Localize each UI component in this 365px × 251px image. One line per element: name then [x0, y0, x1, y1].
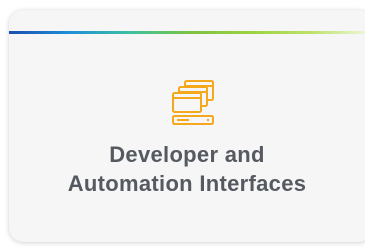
- card-developer-automation-interfaces[interactable]: Developer and Automation Interfaces: [9, 10, 365, 242]
- stacked-windows-server-icon: [167, 76, 219, 128]
- card-title: Developer and Automation Interfaces: [9, 140, 365, 198]
- card-title-line-1: Developer and: [109, 142, 265, 167]
- card-title-line-2: Automation Interfaces: [67, 171, 307, 196]
- card-accent-bar: [9, 31, 365, 34]
